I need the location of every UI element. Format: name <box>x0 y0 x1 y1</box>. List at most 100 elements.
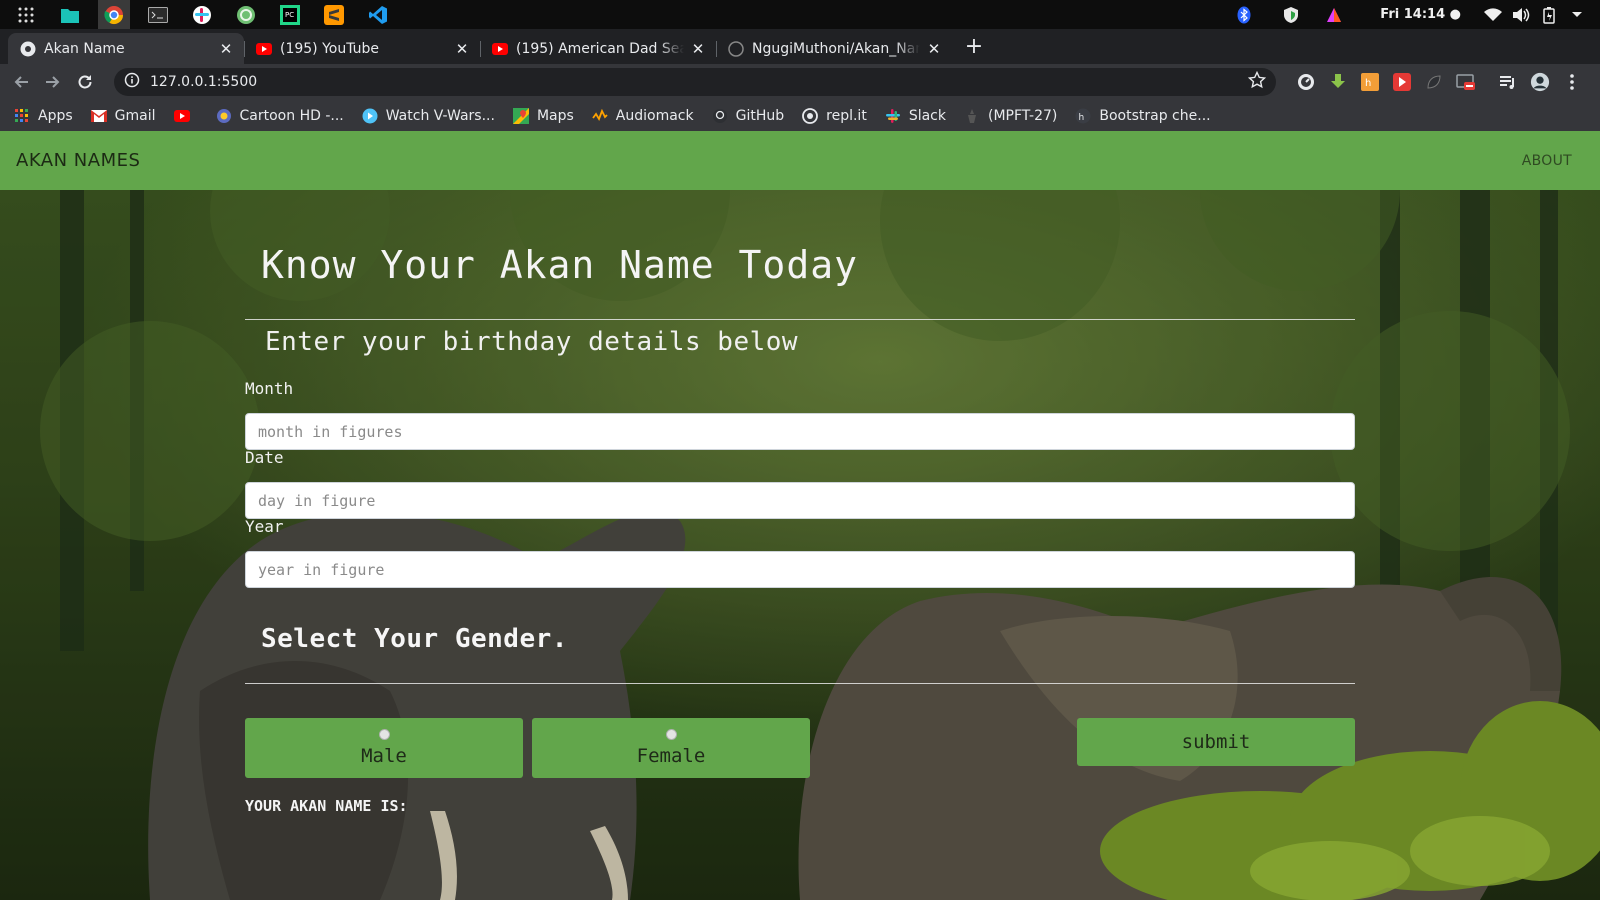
clock[interactable]: Fri 14:14 ● <box>1380 7 1461 22</box>
chrome-icon[interactable] <box>98 0 130 29</box>
bookmark-audiomack[interactable]: Audiomack <box>592 108 694 124</box>
youtube-favicon-icon <box>256 41 272 57</box>
apps-grid-icon[interactable] <box>10 0 42 29</box>
bookmark-maps[interactable]: Maps <box>512 107 574 124</box>
playlist-icon[interactable] <box>1498 72 1518 92</box>
files-icon[interactable] <box>54 0 86 29</box>
cast-ext-icon[interactable] <box>1456 72 1476 92</box>
submit-button[interactable]: submit <box>1077 718 1355 766</box>
month-label: Month <box>245 379 294 398</box>
os-top-bar: PC Fri 14:14 ● <box>0 0 1600 29</box>
form-subtitle: Enter your birthday details below <box>265 327 799 357</box>
date-label: Date <box>245 448 284 467</box>
svg-text:h: h <box>1079 113 1085 123</box>
chrome-menu-icon[interactable] <box>1562 72 1582 92</box>
replit-icon <box>802 107 819 124</box>
menu-caret-icon[interactable] <box>1568 6 1586 24</box>
bookmark-label: Gmail <box>114 107 156 124</box>
url-text[interactable]: 127.0.0.1:5500 <box>150 74 1248 90</box>
svg-text:h: h <box>1365 78 1371 89</box>
reload-button[interactable] <box>70 67 100 97</box>
bookmark-gmail[interactable]: Gmail <box>90 107 156 124</box>
color-icon[interactable] <box>1325 6 1343 24</box>
about-link[interactable]: ABOUT <box>1522 153 1572 169</box>
honey-ext-icon[interactable]: h <box>1360 72 1380 92</box>
bookmark-apps[interactable]: Apps <box>14 108 73 124</box>
apps-icon <box>14 108 30 124</box>
bookmark-label: Watch V-Wars... <box>385 107 495 124</box>
bookmark-label: Maps <box>536 107 574 124</box>
audiomack-icon <box>592 108 608 124</box>
slack-icon <box>885 108 901 124</box>
female-radio[interactable] <box>665 729 677 740</box>
pycharm-icon[interactable]: PC <box>274 0 306 29</box>
shield-icon[interactable] <box>1282 6 1300 24</box>
month-input[interactable] <box>245 413 1355 450</box>
gender-divider <box>245 683 1355 684</box>
male-option[interactable]: Male <box>245 718 523 778</box>
bookmark-cartoon-hd[interactable]: Cartoon HD -... <box>216 108 344 124</box>
download-ext-icon[interactable] <box>1328 72 1348 92</box>
tab-strip: Akan Name ✕ (195) YouTube ✕ (195) Americ… <box>0 29 1600 64</box>
bootstrap-icon: h <box>1075 108 1091 124</box>
back-button[interactable] <box>6 67 36 97</box>
system-tray: Fri 14:14 ● <box>1230 0 1600 29</box>
svg-text:PC: PC <box>285 11 294 19</box>
bookmark-label: Slack <box>908 107 946 124</box>
slack-icon[interactable] <box>186 0 218 29</box>
tab-title: (195) American Dad Season <box>516 40 684 57</box>
date-input[interactable] <box>245 482 1355 519</box>
tab-close-icon[interactable]: ✕ <box>454 41 470 57</box>
female-label: Female <box>636 745 706 767</box>
bookmark-v-wars[interactable]: Watch V-Wars... <box>362 108 495 124</box>
profile-avatar-icon[interactable] <box>1530 72 1550 92</box>
postman-icon[interactable] <box>230 0 262 29</box>
bookmark-label: GitHub <box>735 107 785 124</box>
tab-youtube[interactable]: (195) YouTube ✕ <box>244 33 480 64</box>
new-tab-button[interactable]: + <box>960 34 988 62</box>
bookmark-youtube[interactable] <box>173 108 198 124</box>
bookmark-label: Audiomack <box>615 107 694 124</box>
bookmarks-bar: Apps Gmail Cartoon HD -... Watch V-Wars.… <box>0 100 1600 131</box>
bookmark-label: Bootstrap che... <box>1099 107 1211 124</box>
female-option[interactable]: Female <box>532 718 810 778</box>
info-icon[interactable] <box>124 72 140 92</box>
vscode-icon[interactable] <box>362 0 394 29</box>
tab-github-repo[interactable]: NgugiMuthoni/Akan_Names ✕ <box>716 33 952 64</box>
tab-close-icon[interactable]: ✕ <box>690 41 706 57</box>
tab-akan-name[interactable]: Akan Name ✕ <box>8 33 244 64</box>
leaf-ext-icon[interactable] <box>1424 72 1444 92</box>
bookmark-bootstrap[interactable]: h Bootstrap che... <box>1075 107 1211 124</box>
tab-american-dad[interactable]: (195) American Dad Season ✕ <box>480 33 716 64</box>
site-brand[interactable]: AKAN NAMES <box>16 150 140 171</box>
volume-icon[interactable] <box>1512 6 1530 24</box>
tab-close-icon[interactable]: ✕ <box>218 41 234 57</box>
title-divider <box>245 319 1355 320</box>
bookmark-github[interactable]: GitHub <box>712 107 785 124</box>
sublime-icon[interactable] <box>318 0 350 29</box>
tab-title: Akan Name <box>44 40 125 57</box>
forward-button[interactable] <box>38 67 68 97</box>
video-ext-icon[interactable] <box>1392 72 1412 92</box>
bookmark-star-icon[interactable] <box>1247 70 1267 93</box>
year-input[interactable] <box>245 551 1355 588</box>
speed-ext-icon[interactable] <box>1296 72 1316 92</box>
result-label: YOUR AKAN NAME IS: <box>245 797 408 815</box>
cartoon-icon <box>216 108 232 124</box>
address-bar[interactable]: 127.0.0.1:5500 <box>114 68 1276 96</box>
maps-icon <box>512 107 529 124</box>
wifi-icon[interactable] <box>1484 6 1502 24</box>
battery-icon[interactable] <box>1540 6 1558 24</box>
tab-close-icon[interactable]: ✕ <box>926 41 942 57</box>
bookmark-mpft[interactable]: (MPFT-27) <box>964 108 1057 124</box>
web-page: AKAN NAMES ABOUT Know Your Akan Name Tod… <box>0 131 1600 900</box>
year-label: Year <box>245 517 284 536</box>
browser-toolbar: 127.0.0.1:5500 h <box>0 64 1600 100</box>
youtube-icon <box>173 108 190 124</box>
bookmark-slack[interactable]: Slack <box>885 108 946 124</box>
bookmark-replit[interactable]: repl.it <box>802 108 867 124</box>
gmail-icon <box>90 108 107 124</box>
terminal-icon[interactable] <box>142 0 174 29</box>
bluetooth-icon[interactable] <box>1235 6 1253 24</box>
male-radio[interactable] <box>378 729 390 740</box>
